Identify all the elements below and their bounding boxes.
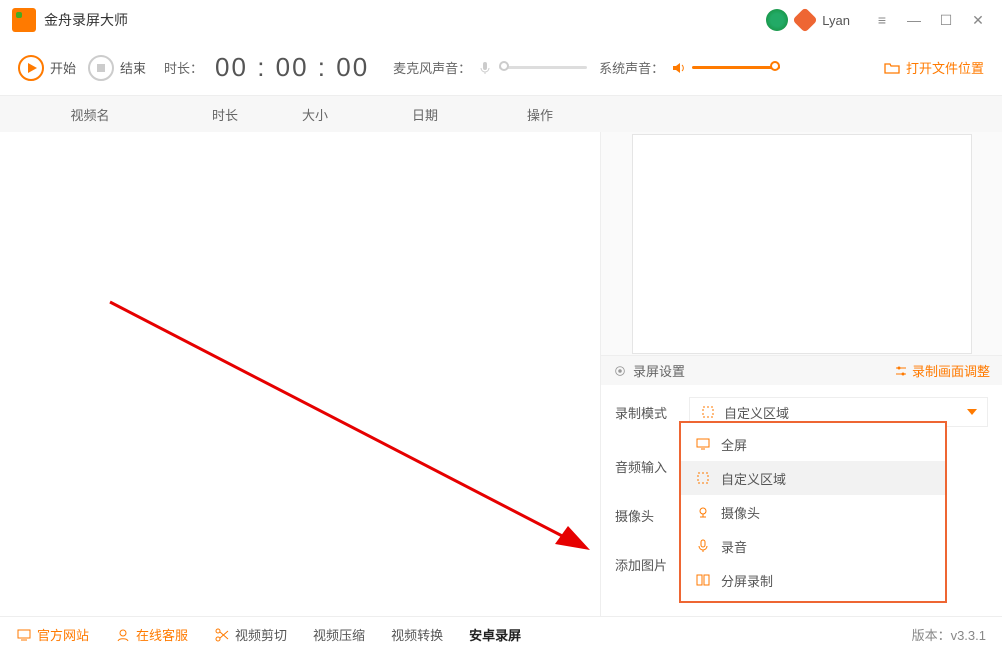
mic-slider[interactable] — [499, 66, 587, 69]
col-name: 视频名 — [0, 105, 180, 124]
open-folder-button[interactable]: 打开文件位置 — [884, 58, 984, 77]
option-split-screen[interactable]: 分屏录制 — [681, 563, 945, 597]
system-volume-group: 系统声音： — [599, 58, 780, 77]
table-header: 视频名 时长 大小 日期 操作 — [0, 96, 1002, 132]
col-size: 大小 — [270, 105, 360, 124]
audio-input-label: 音频输入 — [615, 457, 689, 476]
stop-button[interactable]: 结束 — [88, 55, 146, 81]
option-camera[interactable]: 摄像头 — [681, 495, 945, 529]
monitor-icon — [16, 627, 32, 643]
android-record-tab[interactable]: 安卓录屏 — [469, 625, 521, 644]
microphone-icon — [695, 538, 711, 554]
title-bar: 金舟录屏大师 Lyan ≡ — ☐ ✕ — [0, 0, 1002, 40]
preview-thumbnail — [632, 134, 972, 354]
microphone-icon — [477, 60, 493, 76]
side-panel: 录屏设置 录制画面调整 录制模式 自定义区域 音频输入 摄像头 — [600, 132, 1002, 616]
crop-icon — [700, 404, 716, 420]
caret-down-icon — [967, 409, 977, 415]
customer-service-link[interactable]: 在线客服 — [115, 625, 188, 644]
recording-list-pane — [0, 132, 600, 616]
headset-icon — [115, 627, 131, 643]
sliders-icon — [894, 364, 908, 378]
mode-label: 录制模式 — [615, 403, 689, 422]
username: Lyan — [822, 13, 850, 28]
vip-badge-icon — [793, 7, 818, 32]
maximize-button[interactable]: ☐ — [934, 8, 958, 32]
option-audio[interactable]: 录音 — [681, 529, 945, 563]
adjust-canvas-button[interactable]: 录制画面调整 — [894, 361, 990, 380]
camera-icon — [695, 504, 711, 520]
version-label: 版本：v3.3.1 — [912, 625, 986, 644]
main-toolbar: 开始 结束 时长： 00 : 00 : 00 麦克风声音： 系统声音： 打开文件… — [0, 40, 1002, 96]
stop-icon — [88, 55, 114, 81]
status-bar: 官方网站 在线客服 视频剪切 视频压缩 视频转换 安卓录屏 版本：v3.3.1 — [0, 616, 1002, 652]
close-button[interactable]: ✕ — [966, 8, 990, 32]
split-icon — [695, 572, 711, 588]
minimize-button[interactable]: — — [902, 8, 926, 32]
duration-label: 时长： — [164, 58, 203, 77]
system-audio-label: 系统声音： — [599, 58, 664, 77]
col-duration: 时长 — [180, 105, 270, 124]
video-cut-link[interactable]: 视频剪切 — [214, 625, 287, 644]
crop-icon — [695, 470, 711, 486]
col-ops: 操作 — [490, 105, 590, 124]
app-logo-icon — [12, 8, 36, 32]
timer-display: 00 : 00 : 00 — [215, 52, 369, 83]
mode-value: 自定义区域 — [724, 403, 789, 422]
record-mode-dropdown: 全屏 自定义区域 摄像头 录音 分屏录制 — [679, 421, 947, 603]
folder-icon — [884, 60, 900, 76]
col-date: 日期 — [360, 105, 490, 124]
mic-label: 麦克风声音： — [393, 58, 471, 77]
preview-area — [601, 132, 1002, 356]
video-compress-tab[interactable]: 视频压缩 — [313, 625, 365, 644]
system-slider[interactable] — [692, 66, 780, 69]
speaker-icon — [670, 60, 686, 76]
annotation-arrow — [100, 292, 590, 552]
settings-title: 录屏设置 — [633, 361, 685, 380]
menu-icon[interactable]: ≡ — [870, 8, 894, 32]
gear-icon — [613, 364, 627, 378]
official-site-link[interactable]: 官方网站 — [16, 625, 89, 644]
start-button[interactable]: 开始 — [18, 55, 76, 81]
monitor-icon — [695, 436, 711, 452]
mic-volume-group: 麦克风声音： — [393, 58, 587, 77]
app-logo-block: 金舟录屏大师 — [12, 8, 128, 32]
settings-header: 录屏设置 录制画面调整 — [601, 356, 1002, 385]
video-convert-tab[interactable]: 视频转换 — [391, 625, 443, 644]
scissors-icon — [214, 627, 230, 643]
user-avatar[interactable] — [766, 9, 788, 31]
app-title: 金舟录屏大师 — [44, 10, 128, 30]
option-fullscreen[interactable]: 全屏 — [681, 427, 945, 461]
settings-body: 录制模式 自定义区域 音频输入 摄像头 添加图片 全屏 — [601, 385, 1002, 616]
camera-label: 摄像头 — [615, 506, 689, 525]
add-image-label: 添加图片 — [615, 555, 689, 574]
option-custom-area[interactable]: 自定义区域 — [681, 461, 945, 495]
play-icon — [18, 55, 44, 81]
